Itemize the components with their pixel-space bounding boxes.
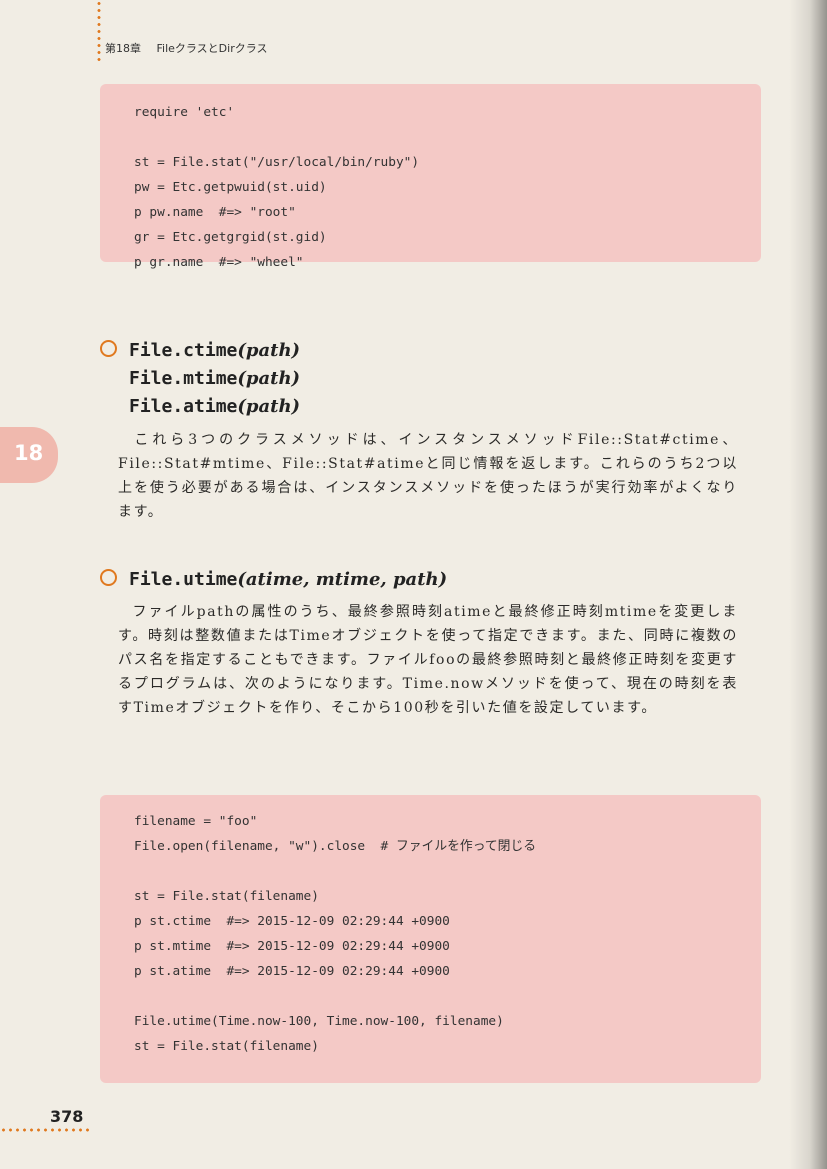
chapter-title: FileクラスとDirクラス <box>156 42 268 55</box>
utime-paragraph: ファイルpathの属性のうち、最終参照時刻atimeと最終修正時刻mtimeを変… <box>118 600 738 720</box>
code-block-utime: filename = "foo" File.open(filename, "w"… <box>100 795 761 1083</box>
code-line: p st.atime #=> 2015-12-09 02:29:44 +0900 <box>134 964 450 979</box>
side-tab-number: 18 <box>14 441 44 465</box>
chapter-side-tab: 18 <box>0 427 58 483</box>
code-line: File.utime(Time.now-100, Time.now-100, f… <box>134 1014 504 1029</box>
bullet-circle-icon <box>100 340 117 357</box>
code-line: p gr.name #=> "wheel" <box>134 255 304 270</box>
code-line: p st.ctime #=> 2015-12-09 02:29:44 +0900 <box>134 914 450 929</box>
method-args: (path) <box>237 340 301 361</box>
page-gutter-shadow <box>789 0 827 1169</box>
code-line: st = File.stat(filename) <box>134 1039 319 1054</box>
code-line: File.open(filename, "w").close # ファイルを作っ… <box>134 839 537 854</box>
method-name-atime: File.atime <box>129 396 238 417</box>
bottom-dot-rule <box>0 1128 90 1132</box>
top-dot-rule <box>97 0 101 62</box>
method-name-utime: File.utime <box>129 569 238 590</box>
code-line: require 'etc' <box>134 105 235 120</box>
code-line: pw = Etc.getpwuid(st.uid) <box>134 180 327 195</box>
code-line: st = File.stat("/usr/local/bin/ruby") <box>134 155 420 170</box>
code-line: st = File.stat(filename) <box>134 889 319 904</box>
method-name-mtime: File.mtime <box>129 368 238 389</box>
method-heading-utime: File.utime(atime, mtime, path) <box>100 566 447 594</box>
code-line: p st.mtime #=> 2015-12-09 02:29:44 +0900 <box>134 939 450 954</box>
page-number: 378 <box>50 1107 84 1126</box>
method-name-ctime: File.ctime <box>129 340 238 361</box>
method-args: (path) <box>237 368 301 389</box>
utime-paragraph-text: ファイルpathの属性のうち、最終参照時刻atimeと最終修正時刻mtimeを変… <box>118 604 738 716</box>
method-args: (atime, mtime, path) <box>237 569 448 590</box>
chapter-label: 第18章 <box>105 42 141 55</box>
method-args: (path) <box>237 396 301 417</box>
running-header: 第18章 FileクラスとDirクラス <box>105 40 268 58</box>
method-heading-times: File.ctime(path) File.mtime(path) File.a… <box>100 337 300 421</box>
times-paragraph: これら3つのクラスメソッドは、インスタンスメソッドFile::Stat#ctim… <box>118 428 738 524</box>
code-block-etc: require 'etc' st = File.stat("/usr/local… <box>100 84 761 270</box>
times-paragraph-text: これら3つのクラスメソッドは、インスタンスメソッドFile::Stat#ctim… <box>118 432 738 520</box>
code-line: gr = Etc.getgrgid(st.gid) <box>134 230 327 245</box>
bullet-circle-icon <box>100 569 117 586</box>
code-line: p pw.name #=> "root" <box>134 205 296 220</box>
code-line: filename = "foo" <box>134 814 258 829</box>
